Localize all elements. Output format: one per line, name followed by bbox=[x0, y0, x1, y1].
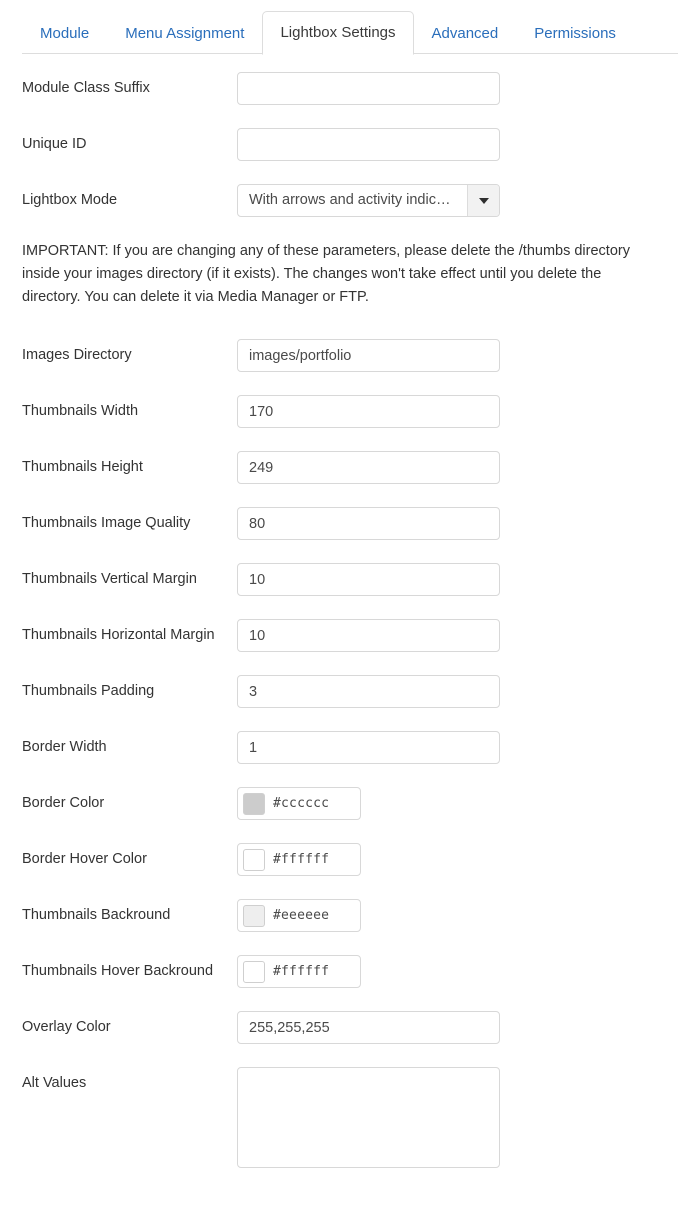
field-row-overlay-color: Overlay Color bbox=[22, 1011, 678, 1044]
thumbnails-vertical-margin-input[interactable] bbox=[237, 563, 500, 596]
field-wrapper: #cccccc bbox=[237, 787, 678, 820]
lightbox-mode-selected-value: With arrows and activity indic… bbox=[249, 192, 451, 208]
field-wrapper bbox=[237, 563, 678, 596]
label-border-color: Border Color bbox=[22, 795, 105, 811]
chevron-down-icon bbox=[478, 197, 489, 204]
field-wrapper bbox=[237, 1011, 678, 1044]
label-thumbnails-padding: Thumbnails Padding bbox=[22, 683, 155, 699]
settings-form: Module Class Suffix Unique ID Lightbox M… bbox=[0, 54, 700, 1168]
thumbnails-hover-backround-value: #ffffff bbox=[273, 964, 330, 979]
tab-permissions[interactable]: Permissions bbox=[516, 14, 634, 54]
field-row-thumbnails-width: Thumbnails Width bbox=[22, 395, 678, 428]
field-wrapper bbox=[237, 451, 678, 484]
field-wrapper bbox=[237, 731, 678, 764]
label-thumbnails-hover-backround: Thumbnails Hover Backround bbox=[22, 963, 214, 979]
field-wrapper bbox=[237, 507, 678, 540]
label-thumbnails-vertical-margin: Thumbnails Vertical Margin bbox=[22, 571, 197, 587]
lightbox-settings-page: Module Menu Assignment Lightbox Settings… bbox=[0, 0, 700, 1213]
tab-advanced[interactable]: Advanced bbox=[414, 14, 517, 54]
field-row-border-hover-color: Border Hover Color #ffffff bbox=[22, 843, 678, 876]
field-row-thumbnails-padding: Thumbnails Padding bbox=[22, 675, 678, 708]
field-wrapper: #ffffff bbox=[237, 955, 678, 988]
color-swatch-icon[interactable] bbox=[243, 848, 265, 871]
thumbnails-backround-picker[interactable]: #eeeeee bbox=[237, 899, 361, 932]
thumbnails-height-input[interactable] bbox=[237, 451, 500, 484]
alt-values-textarea[interactable] bbox=[237, 1067, 500, 1168]
label-thumbnails-image-quality: Thumbnails Image Quality bbox=[22, 515, 191, 531]
module-class-suffix-input[interactable] bbox=[237, 72, 500, 105]
border-width-input[interactable] bbox=[237, 731, 500, 764]
tab-lightbox-settings[interactable]: Lightbox Settings bbox=[262, 11, 414, 55]
label-unique-id: Unique ID bbox=[22, 136, 87, 152]
label-images-directory: Images Directory bbox=[22, 347, 132, 363]
tab-menu-assignment[interactable]: Menu Assignment bbox=[107, 14, 262, 54]
color-swatch-icon[interactable] bbox=[243, 904, 265, 927]
field-row-alt-values: Alt Values bbox=[22, 1067, 678, 1168]
field-wrapper bbox=[237, 619, 678, 652]
thumbnails-backround-value: #eeeeee bbox=[273, 908, 330, 923]
thumbnails-hover-backround-picker[interactable]: #ffffff bbox=[237, 955, 361, 988]
thumbnails-horizontal-margin-input[interactable] bbox=[237, 619, 500, 652]
field-wrapper: #eeeeee bbox=[237, 899, 678, 932]
field-row-thumbnails-hover-backround: Thumbnails Hover Backround #ffffff bbox=[22, 955, 678, 988]
field-row-border-color: Border Color #cccccc bbox=[22, 787, 678, 820]
field-row-unique-id: Unique ID bbox=[22, 128, 678, 161]
field-wrapper bbox=[237, 339, 678, 372]
field-row-thumbnails-backround: Thumbnails Backround #eeeeee bbox=[22, 899, 678, 932]
important-notice: IMPORTANT: If you are changing any of th… bbox=[22, 243, 630, 305]
field-row-thumbnails-vertical-margin: Thumbnails Vertical Margin bbox=[22, 563, 678, 596]
field-row-thumbnails-height: Thumbnails Height bbox=[22, 451, 678, 484]
images-directory-input[interactable] bbox=[237, 339, 500, 372]
label-thumbnails-horizontal-margin: Thumbnails Horizontal Margin bbox=[22, 627, 215, 643]
field-row-thumbnails-image-quality: Thumbnails Image Quality bbox=[22, 507, 678, 540]
label-thumbnails-width: Thumbnails Width bbox=[22, 403, 139, 419]
field-row-module-class-suffix: Module Class Suffix bbox=[22, 72, 678, 105]
field-wrapper bbox=[237, 128, 678, 161]
field-wrapper: #ffffff bbox=[237, 843, 678, 876]
unique-id-input[interactable] bbox=[237, 128, 500, 161]
tab-bar: Module Menu Assignment Lightbox Settings… bbox=[0, 0, 700, 55]
field-wrapper bbox=[237, 675, 678, 708]
field-wrapper bbox=[237, 395, 678, 428]
color-swatch-icon[interactable] bbox=[243, 960, 265, 983]
label-overlay-color: Overlay Color bbox=[22, 1019, 111, 1035]
lightbox-mode-dropdown-button[interactable] bbox=[467, 185, 499, 216]
thumbnails-image-quality-input[interactable] bbox=[237, 507, 500, 540]
color-swatch-icon[interactable] bbox=[243, 792, 265, 815]
border-color-picker[interactable]: #cccccc bbox=[237, 787, 361, 820]
thumbnails-width-input[interactable] bbox=[237, 395, 500, 428]
field-wrapper bbox=[237, 72, 678, 105]
border-hover-color-value: #ffffff bbox=[273, 852, 330, 867]
overlay-color-input[interactable] bbox=[237, 1011, 500, 1044]
field-wrapper: With arrows and activity indic… bbox=[237, 184, 678, 217]
label-thumbnails-backround: Thumbnails Backround bbox=[22, 907, 171, 923]
lightbox-mode-select[interactable]: With arrows and activity indic… bbox=[237, 184, 500, 217]
field-wrapper bbox=[237, 1067, 678, 1168]
label-border-width: Border Width bbox=[22, 739, 107, 755]
label-module-class-suffix: Module Class Suffix bbox=[22, 80, 150, 96]
label-lightbox-mode: Lightbox Mode bbox=[22, 192, 118, 208]
tab-module[interactable]: Module bbox=[22, 14, 107, 54]
field-row-images-directory: Images Directory bbox=[22, 339, 678, 372]
label-thumbnails-height: Thumbnails Height bbox=[22, 459, 143, 475]
field-row-border-width: Border Width bbox=[22, 731, 678, 764]
label-alt-values: Alt Values bbox=[22, 1075, 87, 1091]
field-row-thumbnails-horizontal-margin: Thumbnails Horizontal Margin bbox=[22, 619, 678, 652]
border-color-value: #cccccc bbox=[273, 796, 330, 811]
field-row-lightbox-mode: Lightbox Mode With arrows and activity i… bbox=[22, 184, 678, 217]
border-hover-color-picker[interactable]: #ffffff bbox=[237, 843, 361, 876]
thumbnails-padding-input[interactable] bbox=[237, 675, 500, 708]
label-border-hover-color: Border Hover Color bbox=[22, 851, 147, 867]
